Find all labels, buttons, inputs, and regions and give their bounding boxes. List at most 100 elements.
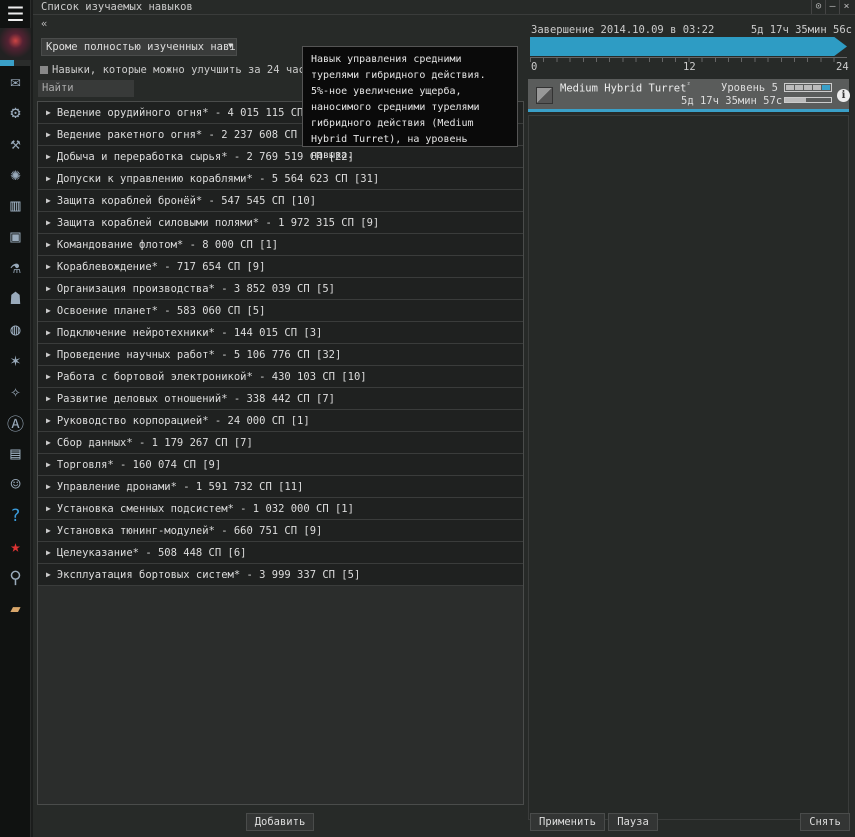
add-button[interactable]: Добавить xyxy=(246,813,314,831)
fitting-icon[interactable]: ⚙ xyxy=(0,97,31,128)
character-icon[interactable]: ☺ xyxy=(0,469,31,500)
minimize-button[interactable]: – xyxy=(825,0,839,14)
skill-group-row[interactable]: ▶ Организация производства* - 3 852 039 С… xyxy=(38,278,523,300)
expand-triangle-icon[interactable]: ▶ xyxy=(46,416,51,425)
skill-group-label: Организация производства* - 3 852 039 СП… xyxy=(56,282,335,295)
inventory-icon[interactable]: ▣ xyxy=(0,221,31,252)
map-icon[interactable]: ✧ xyxy=(0,376,31,407)
fleet-icon[interactable]: ✶ xyxy=(0,345,31,376)
skill-group-row[interactable]: ▶ Развитие деловых отношений* - 338 442 С… xyxy=(38,388,523,410)
skill-group-list: ▶ Ведение орудийного огня* - 4 015 115 СП… xyxy=(37,101,524,805)
menu-icon[interactable]: ☰ xyxy=(0,0,31,28)
queue-panel: Завершение 2014.10.09 в 03:22 5д 17ч 35ми… xyxy=(527,15,855,837)
people-icon[interactable]: ⚲ xyxy=(0,562,31,593)
checkbox-box[interactable] xyxy=(40,66,48,74)
skill-group-label: Установка тюнинг-модулей* - 660 751 СП [… xyxy=(56,524,323,537)
skill-group-row[interactable]: ▶ Защита кораблей силовыми полями* - 1 97… xyxy=(38,212,523,234)
queue-list-area xyxy=(528,115,849,820)
skill-group-row[interactable]: ▶ Эксплуатация бортовых систем* - 3 999 3… xyxy=(38,564,523,586)
skill-group-row[interactable]: ▶ Командование флотом* - 8 000 СП [1] xyxy=(38,234,523,256)
expand-triangle-icon[interactable]: ▶ xyxy=(46,328,51,337)
journal-icon[interactable]: ▤ xyxy=(0,438,31,469)
filter-dropdown[interactable]: Кроме полностью изученных навı ▼ xyxy=(41,38,237,56)
skill-level: Уровень 5 xyxy=(721,82,778,94)
window-title: Список изучаемых навыков xyxy=(33,0,855,15)
expand-triangle-icon[interactable]: ▶ xyxy=(46,526,51,535)
skill-group-row[interactable]: ▶ Установка тюнинг-модулей* - 660 751 СП … xyxy=(38,520,523,542)
expand-triangle-icon[interactable]: ▶ xyxy=(46,262,51,271)
skill-book-icon xyxy=(536,87,553,104)
expand-triangle-icon[interactable]: ▶ xyxy=(46,240,51,249)
skill-group-row[interactable]: ▶ Кораблевождение* - 717 654 СП [9] xyxy=(38,256,523,278)
info-icon[interactable]: i xyxy=(837,89,850,102)
completion-date: Завершение 2014.10.09 в 03:22 xyxy=(531,24,715,36)
collapse-button[interactable]: « xyxy=(41,18,47,30)
skill-group-row[interactable]: ▶ Работа с бортовой электроникой* - 430 1… xyxy=(38,366,523,388)
expand-triangle-icon[interactable]: ▶ xyxy=(46,196,51,205)
skill-group-label: Защита кораблей бронёй* - 547 545 СП [10… xyxy=(56,194,317,207)
mail-icon[interactable]: ✉ xyxy=(0,66,31,97)
agency-icon[interactable]: Ⓐ xyxy=(0,407,31,438)
skill-group-row[interactable]: ▶ Защита кораблей бронёй* - 547 545 СП [1… xyxy=(38,190,523,212)
assets-icon[interactable]: ▥ xyxy=(0,190,31,221)
search-input[interactable]: Найти xyxy=(38,80,134,97)
trainable-24h-checkbox[interactable]: Навыки, которые можно улучшить за 24 час… xyxy=(40,64,311,76)
expand-triangle-icon[interactable]: ▶ xyxy=(46,130,51,139)
science-icon[interactable]: ⚗ xyxy=(0,252,31,283)
skill-group-row[interactable]: ▶ Целеуказание* - 508 448 СП [6] xyxy=(38,542,523,564)
help-icon[interactable]: ? xyxy=(0,500,31,531)
expand-triangle-icon[interactable]: ▶ xyxy=(46,108,51,117)
expand-triangle-icon[interactable]: ▶ xyxy=(46,284,51,293)
skill-group-row[interactable]: ▶ Проведение научных работ* - 5 106 776 С… xyxy=(38,344,523,366)
expand-triangle-icon[interactable]: ▶ xyxy=(46,306,51,315)
skill-group-row[interactable]: ▶ Подключение нейротехники* - 144 015 СП … xyxy=(38,322,523,344)
skill-group-row[interactable]: ▶ Управление дронами* - 1 591 732 СП [11] xyxy=(38,476,523,498)
skill-group-label: Эксплуатация бортовых систем* - 3 999 33… xyxy=(56,568,361,581)
notepad-icon[interactable]: ▰ xyxy=(0,593,31,624)
queue-item[interactable]: Medium Hybrid Turret² Уровень 5 5д 17ч 3… xyxy=(528,79,850,112)
total-time: 5д 17ч 35мин 56с xyxy=(750,24,852,36)
corporation-icon[interactable]: ☗ xyxy=(0,283,31,314)
expand-triangle-icon[interactable]: ▶ xyxy=(46,372,51,381)
expand-triangle-icon[interactable]: ▶ xyxy=(46,218,51,227)
settings-button[interactable]: ⊙ xyxy=(811,0,825,14)
skill-group-label: Защита кораблей силовыми полями* - 1 972… xyxy=(56,216,380,229)
level-segment xyxy=(786,85,794,90)
expand-triangle-icon[interactable]: ▶ xyxy=(46,482,51,491)
skill-group-row[interactable]: ▶ Установка сменных подсистем* - 1 032 00… xyxy=(38,498,523,520)
axis-label-24: 24 xyxy=(836,61,849,73)
expand-triangle-icon[interactable]: ▶ xyxy=(46,394,51,403)
skill-group-row[interactable]: ▶ Сбор данных* - 1 179 267 СП [7] xyxy=(38,432,523,454)
chevron-down-icon: ▼ xyxy=(228,41,233,50)
expand-triangle-icon[interactable]: ▶ xyxy=(46,350,51,359)
expand-triangle-icon[interactable]: ▶ xyxy=(46,438,51,447)
expand-triangle-icon[interactable]: ▶ xyxy=(46,174,51,183)
skill-group-row[interactable]: ▶ Допуски к управлению кораблями* - 5 564… xyxy=(38,168,523,190)
skill-group-label: Управление дронами* - 1 591 732 СП [11] xyxy=(56,480,304,493)
expand-triangle-icon[interactable]: ▶ xyxy=(46,570,51,579)
skill-group-label: Проведение научных работ* - 5 106 776 СП… xyxy=(56,348,342,361)
timeline-bar xyxy=(530,37,847,56)
skills-icon[interactable]: ✺ xyxy=(0,159,31,190)
skill-group-label: Командование флотом* - 8 000 СП [1] xyxy=(56,238,279,251)
expand-triangle-icon[interactable]: ▶ xyxy=(46,460,51,469)
skill-group-row[interactable]: ▶ Руководство корпорацией* - 24 000 СП [1… xyxy=(38,410,523,432)
level-segment xyxy=(822,85,830,90)
pause-button[interactable]: Пауза xyxy=(608,813,658,831)
remove-button[interactable]: Снять xyxy=(800,813,850,831)
avatar[interactable] xyxy=(0,28,31,60)
expand-triangle-icon[interactable]: ▶ xyxy=(46,152,51,161)
skill-group-label: Допуски к управлению кораблями* - 5 564 … xyxy=(56,172,380,185)
expand-triangle-icon[interactable]: ▶ xyxy=(46,504,51,513)
expand-triangle-icon[interactable]: ▶ xyxy=(46,548,51,557)
close-button[interactable]: × xyxy=(839,0,853,14)
skill-group-row[interactable]: ▶ Торговля* - 160 074 СП [9] xyxy=(38,454,523,476)
store-icon[interactable]: ★ xyxy=(0,531,31,562)
planets-icon[interactable]: ◍ xyxy=(0,314,31,345)
industry-icon[interactable]: ⚒ xyxy=(0,128,31,159)
checkbox-label: Навыки, которые можно улучшить за 24 час… xyxy=(52,64,312,76)
skill-group-row[interactable]: ▶ Добыча и переработка сырья* - 2 769 519… xyxy=(38,146,523,168)
skill-group-label: Ведение ракетного огня* - 2 237 608 СП [… xyxy=(56,128,329,141)
skill-group-row[interactable]: ▶ Освоение планет* - 583 060 СП [5] xyxy=(38,300,523,322)
apply-button[interactable]: Применить xyxy=(530,813,605,831)
